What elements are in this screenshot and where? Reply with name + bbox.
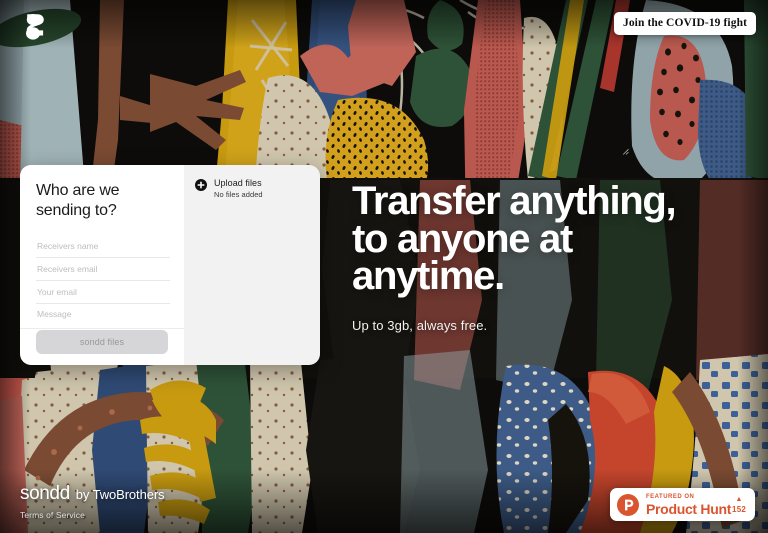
- hero-section: Transfer anything, to anyone at anytime.…: [352, 179, 692, 333]
- brand-name: sondd: [20, 483, 70, 504]
- footer-brand-row: sondd by TwoBrothers: [20, 483, 165, 505]
- upload-row[interactable]: Upload files No files added: [195, 178, 310, 200]
- brand-byline: by TwoBrothers: [75, 487, 165, 502]
- transfer-card-title: Who are we sending to?: [36, 182, 120, 219]
- transfer-form-pane: Who are we sending to? sondd files: [20, 165, 184, 365]
- terms-of-service-link[interactable]: Terms of Service: [20, 510, 85, 520]
- sondd-s-mark-icon[interactable]: [20, 12, 46, 44]
- hero-subtitle: Up to 3gb, always free.: [352, 317, 488, 333]
- upload-text-block: Upload files No files added: [214, 178, 263, 200]
- app-root: Join the COVID-19 fight Who are we sendi…: [0, 0, 768, 533]
- textarea-resize-grip-icon[interactable]: [622, 148, 629, 155]
- plus-circle-icon[interactable]: [195, 179, 207, 191]
- footer: sondd by TwoBrothers Terms of Service: [20, 483, 165, 523]
- sondd-files-button[interactable]: sondd files: [36, 330, 168, 354]
- form-divider: [20, 328, 184, 329]
- message-textarea[interactable]: [36, 304, 170, 320]
- your-email-input[interactable]: [36, 281, 170, 304]
- transfer-card: Who are we sending to? sondd files Uploa…: [20, 165, 320, 365]
- hero-headline: Transfer anything, to anyone at anytime.: [352, 179, 677, 299]
- product-hunt-badge[interactable]: FEATURED ON Product Hunt ▲ 152: [610, 488, 755, 521]
- product-hunt-name: Product Hunt: [646, 500, 732, 517]
- product-hunt-upvote-count: 152: [732, 504, 746, 514]
- receivers-name-input[interactable]: [36, 235, 170, 258]
- no-files-added-label: No files added: [214, 190, 263, 200]
- product-hunt-featured-label: FEATURED ON: [646, 493, 695, 500]
- upload-files-label: Upload files: [214, 178, 262, 188]
- product-hunt-text: FEATURED ON Product Hunt: [646, 494, 732, 516]
- product-hunt-vote[interactable]: ▲ 152: [732, 496, 746, 514]
- upvote-triangle-icon: ▲: [735, 495, 743, 503]
- product-hunt-p-icon: [617, 493, 639, 516]
- upload-pane[interactable]: Upload files No files added: [184, 165, 320, 365]
- submit-row: sondd files: [36, 320, 170, 365]
- covid-fight-banner-button[interactable]: Join the COVID-19 fight: [613, 12, 756, 35]
- receivers-email-input[interactable]: [36, 258, 170, 281]
